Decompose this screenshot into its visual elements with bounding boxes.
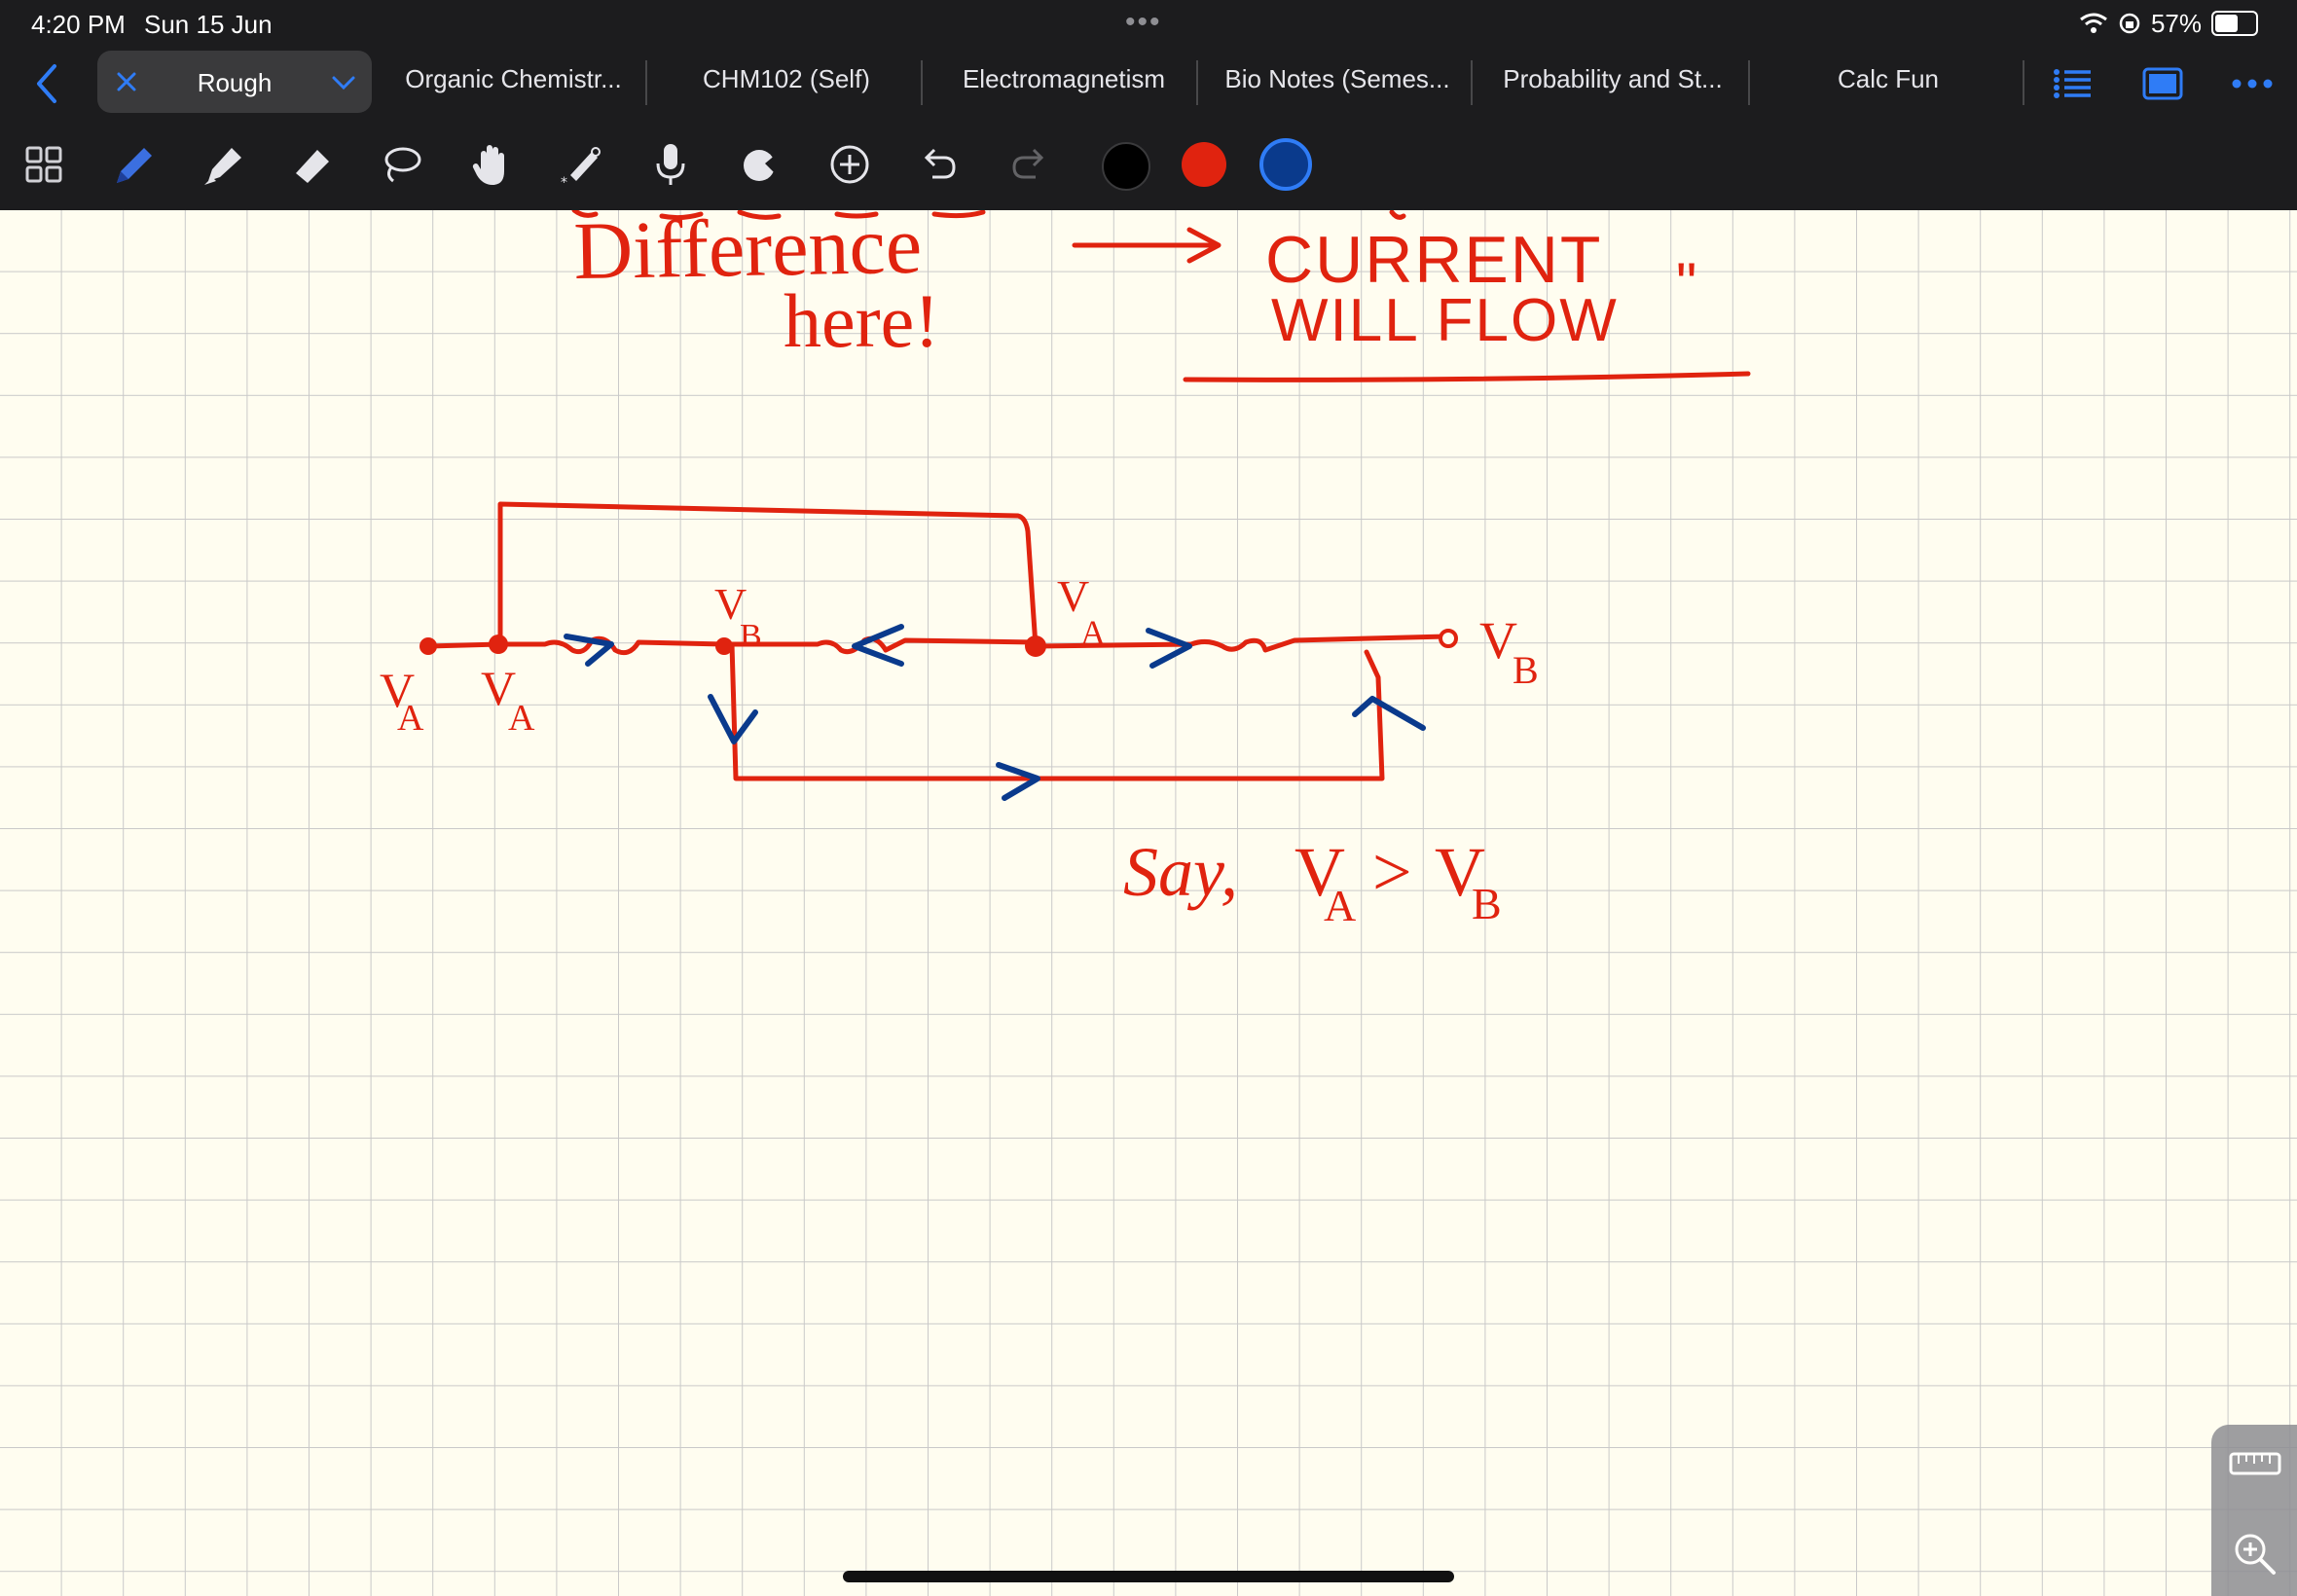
tab-calc-fun[interactable]: Calc Fun xyxy=(1754,64,2023,103)
label-vb-1-sub: B xyxy=(740,618,762,654)
tab-divider xyxy=(1748,60,1750,105)
tab-divider xyxy=(2023,60,2024,105)
side-tool-panel xyxy=(2211,1425,2297,1596)
list-icon[interactable] xyxy=(2052,64,2095,103)
multitasking-dots-icon[interactable]: ••• xyxy=(1125,6,1162,39)
node-a1 xyxy=(419,637,437,655)
more-options-icon[interactable] xyxy=(2229,64,2276,103)
back-chevron-icon[interactable] xyxy=(25,60,68,107)
highlighter-icon[interactable] xyxy=(197,138,249,191)
tab-electromagnetism[interactable]: Electromagnetism xyxy=(927,64,1201,103)
node-a2 xyxy=(489,635,508,654)
node-b2 xyxy=(1439,629,1458,648)
toolbar: * xyxy=(0,121,2297,210)
label-va-1-sub: A xyxy=(397,698,424,739)
battery-percent: 57% xyxy=(2150,8,2202,38)
wifi-icon xyxy=(2080,13,2107,33)
pen-icon[interactable] xyxy=(107,138,160,191)
tab-divider xyxy=(1471,60,1473,105)
lasso-icon[interactable] xyxy=(376,138,428,191)
note-va-sub: A xyxy=(1324,881,1356,930)
redo-icon[interactable] xyxy=(1003,138,1055,191)
status-bar: 4:20 PM Sun 15 Jun ••• 57% xyxy=(0,0,2297,47)
note-will-flow: WILL FLOW xyxy=(1271,287,1619,354)
tab-divider xyxy=(1196,60,1198,105)
note-quote: " xyxy=(1676,251,1696,316)
tab-divider xyxy=(921,60,923,105)
tab-active[interactable]: Rough xyxy=(97,51,372,113)
note-here: here! xyxy=(784,278,939,363)
laser-pointer-icon[interactable]: * xyxy=(555,138,607,191)
label-vb-2-sub: B xyxy=(1513,648,1539,692)
shapes-icon[interactable] xyxy=(734,138,786,191)
tab-bar: Rough Organic Chemistr... CHM102 (Self) … xyxy=(0,47,2297,121)
status-date: Sun 15 Jun xyxy=(144,10,273,39)
single-page-view-icon[interactable] xyxy=(2141,64,2184,103)
home-indicator[interactable] xyxy=(843,1571,1454,1582)
note-vb-sub: B xyxy=(1472,879,1502,928)
tab-organic-chemistry[interactable]: Organic Chemistr... xyxy=(389,64,638,103)
note-canvas[interactable]: Difference here! CURRENT WILL FLOW " V A… xyxy=(0,210,2297,1596)
eraser-icon[interactable] xyxy=(286,138,339,191)
svg-text:*: * xyxy=(561,175,567,189)
microphone-icon[interactable] xyxy=(644,138,697,191)
tab-probability[interactable]: Probability and St... xyxy=(1477,64,1748,103)
chevron-down-icon[interactable] xyxy=(329,68,358,97)
node-a3 xyxy=(1025,635,1046,657)
ruler-icon[interactable] xyxy=(2229,1450,2281,1479)
color-blue-selected[interactable] xyxy=(1259,138,1312,191)
color-black[interactable] xyxy=(1102,142,1150,191)
hand-icon[interactable] xyxy=(465,138,518,191)
status-indicators: 57% xyxy=(2079,8,2258,39)
tab-divider xyxy=(645,60,647,105)
grid-icon[interactable] xyxy=(18,138,70,191)
note-say: Say, xyxy=(1123,833,1238,911)
note-current: CURRENT xyxy=(1265,223,1602,297)
color-red[interactable] xyxy=(1182,142,1226,187)
add-icon[interactable] xyxy=(823,138,876,191)
battery-icon xyxy=(2211,11,2258,36)
zoom-icon[interactable] xyxy=(2231,1530,2279,1578)
node-b1 xyxy=(715,637,733,655)
orientation-lock-icon xyxy=(2119,13,2140,34)
tab-bio-notes[interactable]: Bio Notes (Semes... xyxy=(1203,64,1472,103)
status-time: 4:20 PM xyxy=(31,10,126,39)
label-va-3-sub: A xyxy=(1080,613,1106,652)
label-va-2-sub: A xyxy=(508,698,535,739)
note-gt: > xyxy=(1372,833,1412,911)
battery-level xyxy=(2215,15,2238,32)
undo-icon[interactable] xyxy=(913,138,966,191)
tab-chm102[interactable]: CHM102 (Self) xyxy=(652,64,921,103)
